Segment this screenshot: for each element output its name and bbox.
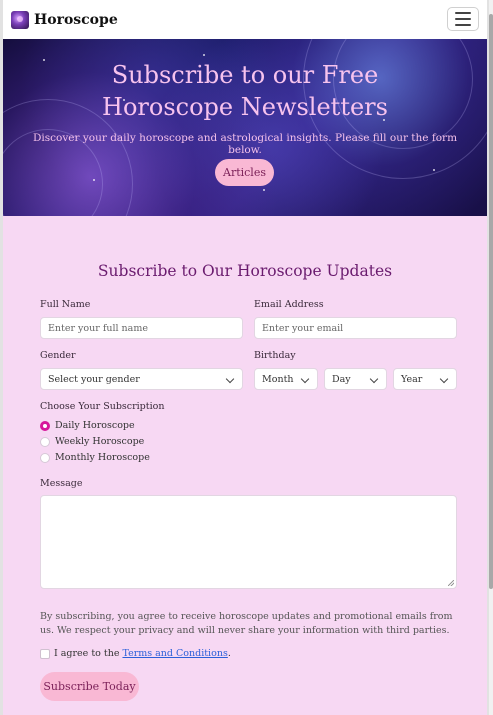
- email-input[interactable]: [254, 317, 457, 339]
- gender-select-value: Select your gender: [48, 373, 140, 385]
- terms-checkbox[interactable]: [40, 648, 50, 659]
- brand-name[interactable]: Horoscope: [34, 12, 118, 28]
- navbar: Horoscope: [3, 0, 487, 39]
- message-textarea[interactable]: [40, 495, 457, 589]
- radio-label: Daily Horoscope: [55, 420, 135, 431]
- month-select-value: Month: [262, 373, 294, 385]
- chevron-down-icon: [300, 374, 310, 384]
- hero-title: Subscribe to our Free Horoscope Newslett…: [102, 61, 388, 121]
- page: Horoscope Subscribe to our Free Horoscop…: [0, 0, 489, 715]
- full-name-input[interactable]: [40, 317, 243, 339]
- radio-monthly-horoscope[interactable]: Monthly Horoscope: [40, 452, 150, 463]
- message-label: Message: [40, 478, 83, 489]
- year-select-value: Year: [401, 373, 423, 385]
- resize-handle-icon[interactable]: [448, 580, 454, 586]
- terms-link[interactable]: Terms and Conditions: [122, 648, 227, 659]
- hero-banner: Subscribe to our Free Horoscope Newslett…: [3, 39, 487, 216]
- scrollbar[interactable]: [489, 0, 493, 715]
- radio-button[interactable]: [40, 436, 50, 447]
- hamburger-menu-button[interactable]: [447, 7, 479, 31]
- birthday-year-select[interactable]: Year: [393, 368, 457, 390]
- hamburger-menu-icon: [455, 12, 471, 14]
- zodiac-logo-icon[interactable]: [11, 10, 29, 29]
- radio-daily-horoscope[interactable]: Daily Horoscope: [40, 420, 135, 431]
- subscribe-button[interactable]: Subscribe Today: [40, 672, 139, 701]
- chevron-down-icon: [225, 374, 235, 384]
- radio-label: Weekly Horoscope: [55, 436, 145, 447]
- agree-suffix: .: [227, 648, 231, 659]
- birthday-day-select[interactable]: Day: [324, 368, 387, 390]
- radio-weekly-horoscope[interactable]: Weekly Horoscope: [40, 436, 144, 447]
- birthday-month-select[interactable]: Month: [254, 368, 318, 390]
- articles-button[interactable]: Articles: [215, 159, 274, 186]
- gender-label: Gender: [40, 350, 76, 361]
- email-label: Email Address: [254, 299, 324, 310]
- full-name-label: Full Name: [40, 299, 91, 310]
- day-select-value: Day: [332, 373, 351, 385]
- terms-agreement: I agree to the Terms and Conditions .: [40, 648, 231, 659]
- radio-button-checked[interactable]: [40, 420, 50, 431]
- hero-subtitle: Discover your daily horoscope and astrol…: [32, 132, 458, 156]
- chevron-down-icon: [369, 374, 379, 384]
- radio-label: Monthly Horoscope: [55, 452, 150, 463]
- agree-prefix: I agree to the: [54, 648, 123, 659]
- scrollbar-thumb[interactable]: [489, 14, 493, 589]
- gender-select[interactable]: Select your gender: [40, 368, 243, 390]
- subscription-label: Choose Your Subscription: [40, 401, 165, 412]
- form-title: Subscribe to Our Horoscope Updates: [97, 262, 393, 280]
- radio-button[interactable]: [40, 452, 50, 463]
- birthday-label: Birthday: [254, 350, 296, 361]
- privacy-disclaimer: By subscribing, you agree to receive hor…: [40, 611, 453, 636]
- chevron-down-icon: [439, 374, 449, 384]
